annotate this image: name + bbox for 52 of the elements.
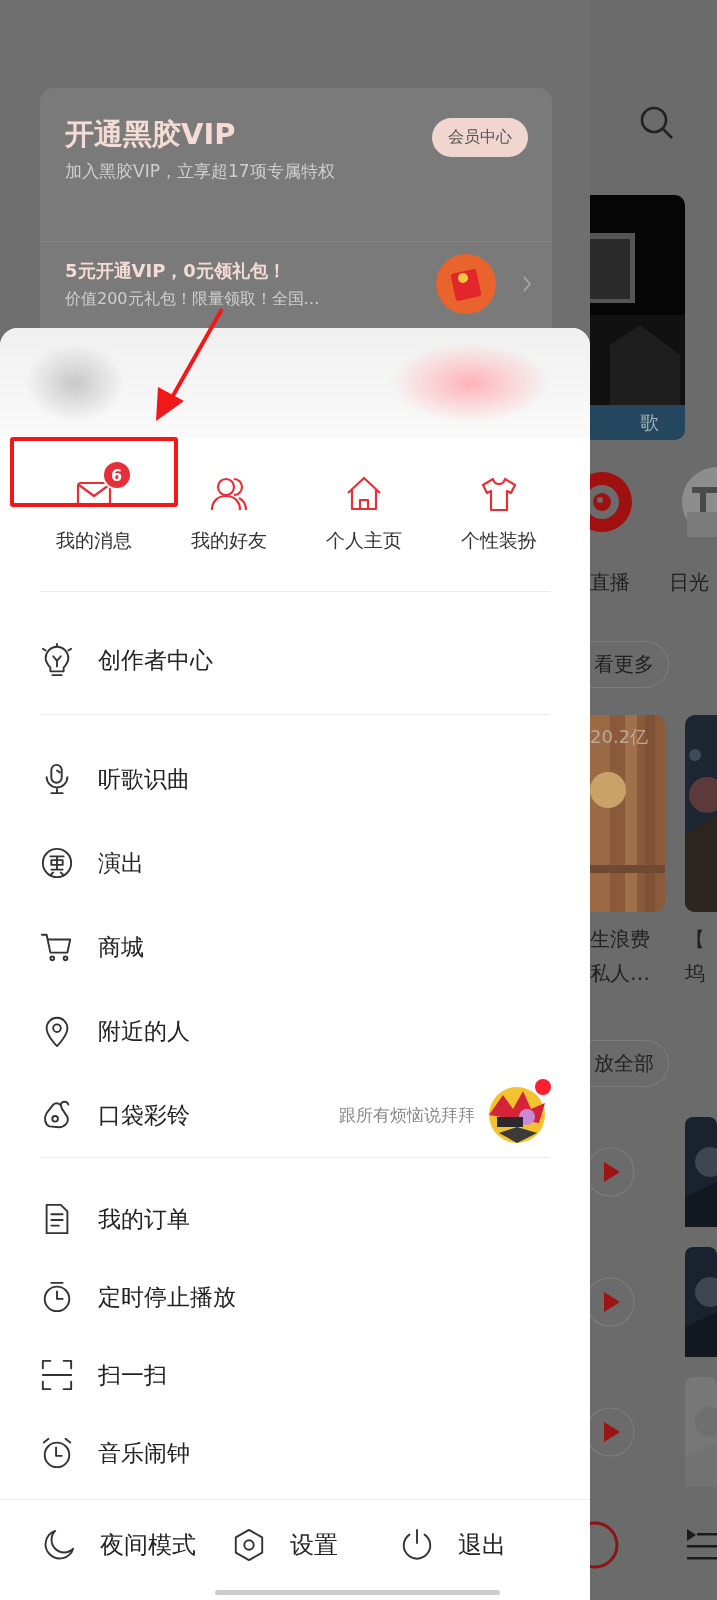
menu-item-label: 音乐闹钟 <box>98 1438 190 1468</box>
unread-badge: 6 <box>101 460 132 490</box>
ticket-icon <box>40 846 74 880</box>
menu-item[interactable]: 商城 <box>0 905 590 989</box>
vip-card[interactable]: 开通黑胶VIP 加入黑胶VIP，立享超17项专属特权 会员中心 5元开通VIP，0元领礼包！ 价值200元礼包！限量领取！全国… <box>40 88 552 328</box>
quick-action[interactable]: 我的好友 <box>161 458 296 591</box>
chevron-right-icon <box>522 275 532 293</box>
bulb-icon <box>40 643 74 677</box>
channel-label: 日光 <box>669 569 709 596</box>
envelope-icon <box>436 254 496 314</box>
playlist-title: 【 <box>685 926 706 953</box>
menu-item[interactable]: 音乐闹钟 <box>0 1414 590 1492</box>
playlist-title: 生浪费 <box>590 926 651 953</box>
vip-title: 开通黑胶VIP <box>65 116 237 152</box>
menu-item-label: 定时停止播放 <box>98 1282 236 1312</box>
menu-item[interactable]: 我的订单 <box>0 1180 590 1258</box>
bottom-action[interactable]: 夜间模式 <box>42 1528 233 1562</box>
menu-item-label: 演出 <box>98 848 144 878</box>
menu-item[interactable]: 听歌识曲 <box>0 737 590 821</box>
bottom-action[interactable]: 设置 <box>232 1528 400 1562</box>
quick-action[interactable]: 6 我的消息 <box>26 458 161 591</box>
menu-item-label: 商城 <box>98 932 144 962</box>
playlist-title: 私人… <box>590 960 651 987</box>
menu-item-label: 附近的人 <box>98 1016 190 1046</box>
menu-item[interactable]: 扫一扫 <box>0 1336 590 1414</box>
playlist-title: 坞 <box>685 960 706 987</box>
channel-label: 直播 <box>590 569 630 596</box>
member-center-button[interactable]: 会员中心 <box>432 118 528 157</box>
alarm-icon <box>40 1436 74 1470</box>
ringtone-hint: 跟所有烦恼说拜拜 <box>339 1103 475 1127</box>
menu-item-label: 口袋彩铃 <box>98 1100 190 1130</box>
video-caption: 歌 <box>640 409 659 435</box>
menu-item-label: 我的订单 <box>98 1204 190 1234</box>
scan-icon <box>40 1358 74 1392</box>
bottom-action[interactable]: 退出 <box>399 1528 590 1562</box>
promo-subtitle: 价值200元礼包！限量领取！全国… <box>65 288 321 310</box>
menu-item[interactable]: 演出 <box>0 821 590 905</box>
play-count: 20.2亿 <box>590 725 649 749</box>
menu-item-label: 听歌识曲 <box>98 764 190 794</box>
vip-subtitle: 加入黑胶VIP，立享超17项专属特权 <box>65 160 335 183</box>
notification-dot <box>535 1079 551 1095</box>
menu-item-label: 创作者中心 <box>98 645 213 675</box>
quick-action[interactable]: 个性装扮 <box>431 458 566 591</box>
menu-item[interactable]: 创作者中心 <box>0 592 590 714</box>
menu-item[interactable]: 口袋彩铃 跟所有烦恼说拜拜 <box>0 1073 590 1157</box>
menu-item[interactable]: 定时停止播放 <box>0 1258 590 1336</box>
promo-title: 5元开通VIP，0元领礼包！ <box>65 258 287 283</box>
menu-item[interactable]: 附近的人 <box>0 989 590 1073</box>
menu-item-label: 扫一扫 <box>98 1360 167 1390</box>
moon-icon <box>42 1528 76 1562</box>
quick-action[interactable]: 个人主页 <box>296 458 431 591</box>
search-icon[interactable] <box>639 105 675 141</box>
